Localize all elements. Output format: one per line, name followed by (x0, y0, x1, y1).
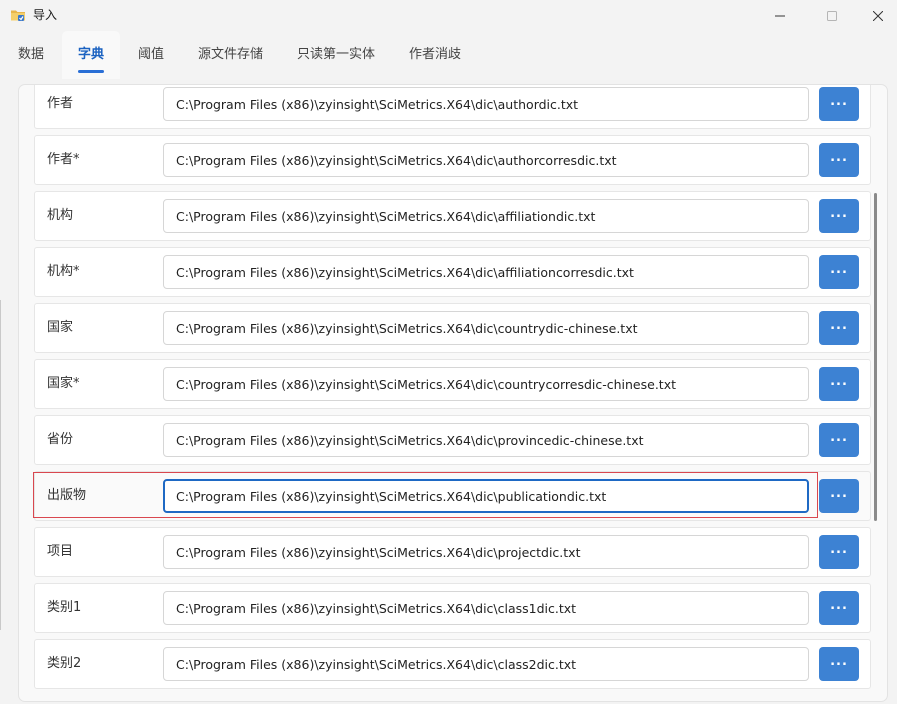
browse-button[interactable]: ... (819, 535, 859, 569)
tab-author-disambiguation[interactable]: 作者消歧 (409, 31, 461, 79)
tab-label: 字典 (77, 47, 104, 62)
row-label: 国家* (47, 376, 80, 391)
browse-button[interactable]: ... (819, 143, 859, 177)
dictionary-row-country: 国家 ... (34, 303, 871, 353)
dictionary-row-country-corres: 国家* ... (34, 359, 871, 409)
dictionary-row-project: 项目 ... (34, 527, 871, 577)
title-bar: 导入 (0, 0, 897, 31)
row-label: 机构 (47, 208, 74, 223)
row-label: 机构* (47, 264, 80, 279)
row-label: 类别1 (47, 600, 82, 615)
browse-button[interactable]: ... (819, 87, 859, 121)
path-input[interactable] (163, 591, 809, 625)
active-tab-indicator (78, 70, 104, 73)
dictionary-row-author: 作者 ... (34, 85, 871, 129)
tab-label: 数据 (18, 47, 45, 62)
browse-button[interactable]: ... (819, 199, 859, 233)
maximize-icon (827, 10, 837, 21)
window-edge (0, 300, 1, 630)
path-input[interactable] (163, 423, 809, 457)
close-icon (873, 10, 883, 21)
tab-bar: 数据 字典 阈值 源文件存储 只读第一实体 作者消歧 (0, 31, 897, 79)
browse-button[interactable]: ... (819, 591, 859, 625)
path-input[interactable] (163, 479, 809, 513)
maximize-button[interactable] (809, 0, 855, 31)
browse-button[interactable]: ... (819, 311, 859, 345)
dictionary-row-class1: 类别1 ... (34, 583, 871, 633)
dictionary-panel: 作者 ... 作者* ... 机构 ... 机构* ... 国家 ... 国家*… (18, 84, 888, 702)
scrollbar-thumb[interactable] (874, 193, 877, 521)
dictionary-row-province: 省份 ... (34, 415, 871, 465)
path-input[interactable] (163, 647, 809, 681)
path-input[interactable] (163, 143, 809, 177)
row-label: 作者* (47, 152, 80, 167)
minimize-button[interactable] (757, 0, 803, 31)
row-label: 项目 (47, 544, 74, 559)
path-input[interactable] (163, 535, 809, 569)
browse-button[interactable]: ... (819, 479, 859, 513)
dictionary-row-affiliation-corres: 机构* ... (34, 247, 871, 297)
dictionary-row-class2: 类别2 ... (34, 639, 871, 689)
tab-dictionary[interactable]: 字典 (62, 31, 120, 79)
tab-source-file-storage[interactable]: 源文件存储 (198, 31, 263, 79)
path-input[interactable] (163, 87, 809, 121)
minimize-icon (775, 15, 785, 16)
browse-button[interactable]: ... (819, 255, 859, 289)
dictionary-row-author-corres: 作者* ... (34, 135, 871, 185)
row-label: 类别2 (47, 656, 82, 671)
tab-label: 源文件存储 (198, 47, 264, 62)
folder-icon (10, 7, 26, 23)
browse-button[interactable]: ... (819, 647, 859, 681)
tab-data[interactable]: 数据 (18, 31, 44, 79)
row-label: 国家 (47, 320, 74, 335)
row-label: 出版物 (47, 488, 87, 503)
window-title: 导入 (33, 8, 58, 22)
tab-read-first-entity[interactable]: 只读第一实体 (297, 31, 375, 79)
path-input[interactable] (163, 367, 809, 401)
row-label: 作者 (47, 96, 74, 111)
path-input[interactable] (163, 311, 809, 345)
path-input[interactable] (163, 255, 809, 289)
row-label: 省份 (47, 432, 74, 447)
tab-threshold[interactable]: 阈值 (138, 31, 164, 79)
tab-label: 只读第一实体 (297, 47, 376, 62)
tab-label: 作者消歧 (409, 47, 462, 62)
path-input[interactable] (163, 199, 809, 233)
browse-button[interactable]: ... (819, 423, 859, 457)
close-button[interactable] (855, 0, 897, 31)
dictionary-row-publication: 出版物 ... (34, 471, 871, 521)
browse-button[interactable]: ... (819, 367, 859, 401)
tab-label: 阈值 (138, 47, 165, 62)
dictionary-row-affiliation: 机构 ... (34, 191, 871, 241)
